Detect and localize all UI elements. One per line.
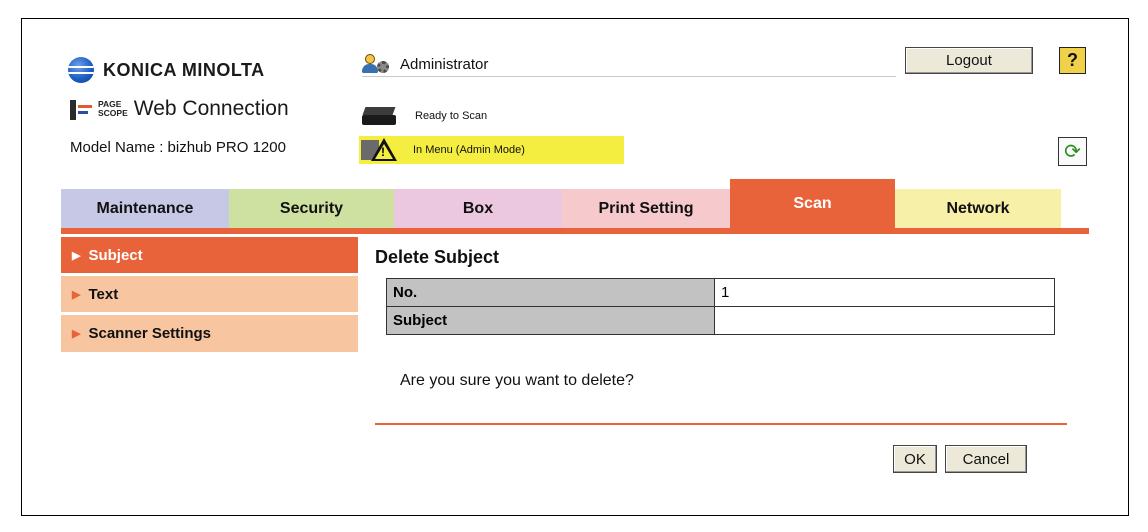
tab-scan[interactable]: Scan: [730, 179, 895, 228]
brand-name: KONICA MINOLTA: [103, 59, 265, 80]
sidebar-item-label: Subject: [88, 246, 143, 264]
pagescope-label: PAGE SCOPE: [98, 100, 128, 118]
ok-button[interactable]: OK: [893, 445, 937, 473]
mode-status-text: In Menu (Admin Mode): [413, 144, 525, 156]
sidebar-item-scanner-settings[interactable]: ▶ Scanner Settings: [61, 315, 358, 352]
tab-print-setting[interactable]: Print Setting: [562, 189, 730, 228]
table-value-cell: [714, 306, 1055, 335]
table-value-cell: 1: [714, 278, 1055, 307]
logout-button[interactable]: Logout: [905, 47, 1033, 74]
table-header-cell: No.: [386, 278, 715, 307]
sidebar-item-text[interactable]: ▶ Text: [61, 276, 358, 312]
pagescope-bottom: SCOPE: [98, 108, 128, 118]
model-name: Model Name : bizhub PRO 1200: [70, 139, 286, 156]
pagescope-icon: [68, 96, 96, 122]
product-logo: PAGE SCOPE Web Connection: [68, 96, 289, 122]
tab-underline: [61, 228, 1089, 234]
table-row: Subject: [386, 306, 1055, 335]
refresh-button[interactable]: ⟳: [1058, 137, 1087, 166]
help-icon[interactable]: ?: [1059, 47, 1086, 74]
triangle-right-icon: ▶: [72, 249, 81, 262]
scanner-icon: [360, 103, 400, 129]
warning-icon: !: [359, 136, 399, 164]
product-title: Web Connection: [133, 97, 289, 120]
user-row: Administrator: [362, 52, 896, 77]
tab-box[interactable]: Box: [394, 189, 562, 228]
user-name: Administrator: [400, 55, 489, 73]
refresh-icon: ⟳: [1064, 140, 1081, 163]
tab-maintenance[interactable]: Maintenance: [61, 189, 229, 228]
subject-info-table: No. 1 Subject: [386, 278, 1055, 335]
sidebar-item-subject[interactable]: ▶ Subject: [61, 237, 358, 273]
sidebar-item-label: Scanner Settings: [88, 325, 212, 342]
tab-network[interactable]: Network: [895, 189, 1061, 228]
mode-status-row: ! In Menu (Admin Mode): [359, 136, 624, 164]
page-title: Delete Subject: [375, 247, 500, 267]
administrator-icon: [362, 53, 392, 75]
device-status-text: Ready to Scan: [415, 110, 488, 122]
konica-minolta-globe-icon: [68, 57, 94, 83]
device-status-row: Ready to Scan: [360, 103, 487, 129]
tab-security[interactable]: Security: [229, 189, 394, 228]
triangle-right-icon: ▶: [72, 288, 81, 301]
sidebar-item-label: Text: [88, 285, 119, 303]
table-header-cell: Subject: [386, 306, 715, 335]
triangle-right-icon: ▶: [72, 328, 81, 340]
content-divider: [375, 423, 1067, 425]
cancel-button[interactable]: Cancel: [945, 445, 1027, 473]
brand-logo: KONICA MINOLTA: [68, 57, 265, 83]
confirm-message: Are you sure you want to delete?: [400, 372, 634, 389]
table-row: No. 1: [386, 278, 1055, 307]
